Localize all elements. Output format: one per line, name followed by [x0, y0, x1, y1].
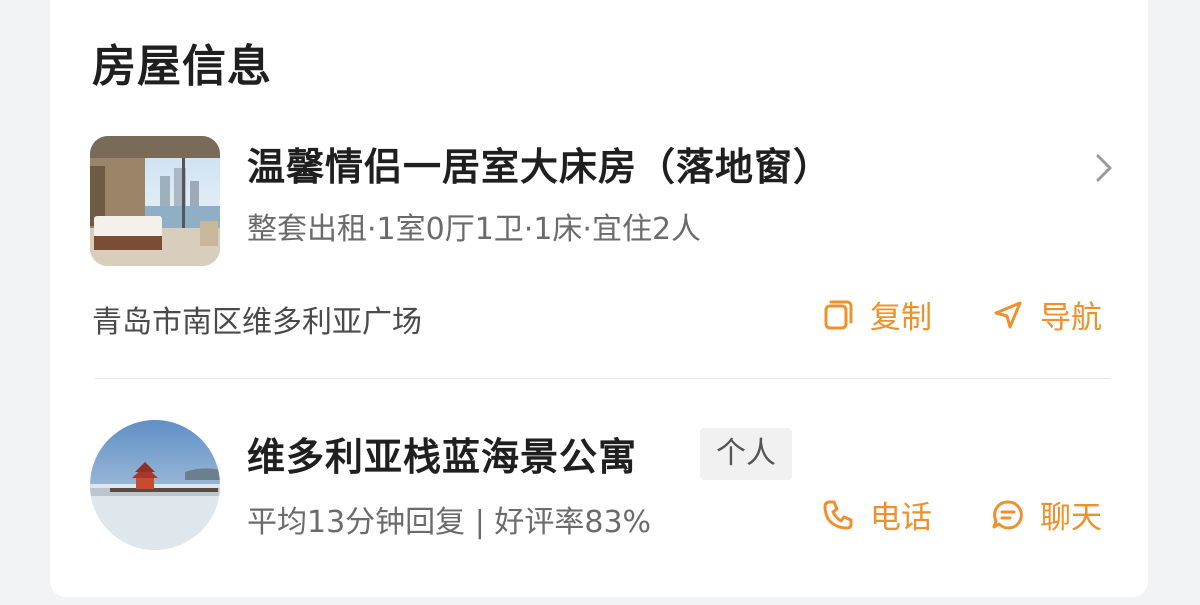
host-type-badge: 个人 [700, 428, 792, 480]
host-stats: 平均13分钟回复 | 好评率83% [247, 505, 652, 540]
chevron-right-icon[interactable] [1090, 148, 1118, 188]
address-text: 青岛市南区维多利亚广场 [92, 305, 422, 340]
navigate-button[interactable]: 导航 [990, 292, 1102, 337]
chat-button[interactable]: 聊天 [990, 492, 1102, 537]
navigation-arrow-icon [994, 301, 1022, 328]
section-title: 房屋信息 [92, 41, 272, 92]
phone-icon [823, 500, 853, 529]
chat-bubble-icon [992, 499, 1023, 529]
room-title[interactable]: 温馨情侣一居室大床房（落地窗） [247, 136, 832, 191]
divider [95, 378, 1111, 379]
copy-icon [824, 300, 853, 329]
phone-button[interactable]: 电话 [820, 492, 932, 537]
chat-label: 聊天 [1040, 500, 1102, 536]
room-description: 整套出租·1室0厅1卫·1床·宜住2人 [247, 212, 702, 247]
house-info-card: 房屋信息 温馨情侣一居室大床房（落地窗） 整套出租·1室0厅1卫·1床·宜住2人… [50, 0, 1148, 597]
copy-address-button[interactable]: 复制 [820, 292, 932, 337]
host-avatar[interactable] [90, 420, 220, 550]
room-thumbnail[interactable] [90, 136, 220, 266]
navigate-label: 导航 [1040, 300, 1102, 336]
room-photo-icon [90, 136, 220, 266]
host-name[interactable]: 维多利亚栈蓝海景公寓 [247, 426, 637, 481]
copy-label: 复制 [870, 300, 932, 336]
phone-label: 电话 [870, 500, 932, 536]
host-avatar-photo-icon [90, 420, 220, 550]
